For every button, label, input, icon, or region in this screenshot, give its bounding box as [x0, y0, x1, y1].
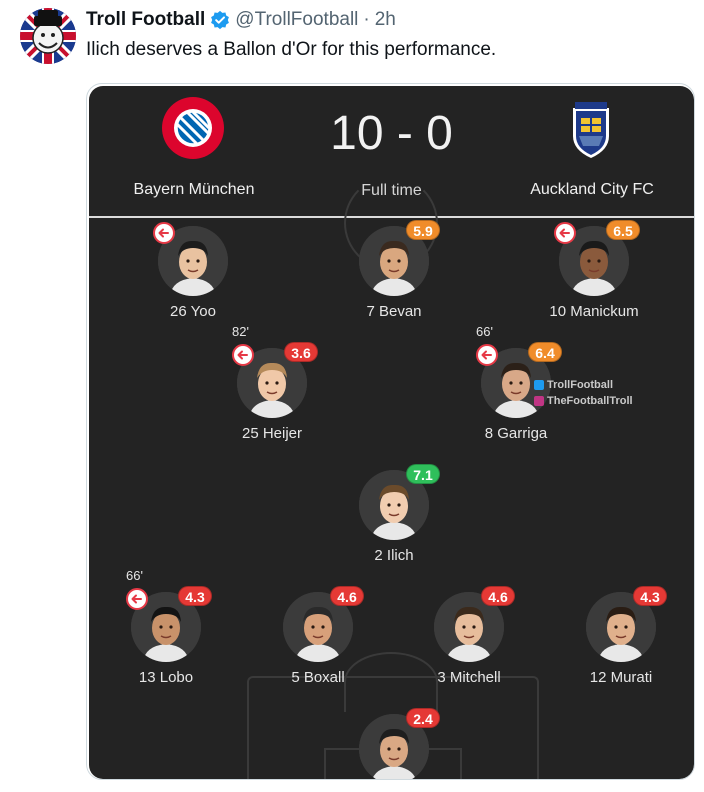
player-name-label: 25 Heijer	[241, 425, 303, 442]
player-lobo[interactable]: 66' 4.3 13 Lobo	[89, 568, 246, 702]
player-name-label: 2 Ilich	[374, 547, 414, 564]
player-bevan[interactable]: 5.9 7 Bevan	[314, 220, 474, 336]
auckland-city-fc-crest-icon	[573, 102, 609, 158]
player-rating-badge: 6.4	[528, 342, 562, 362]
player-rating-badge: 5.9	[406, 220, 440, 240]
substitution-minute: 66'	[126, 568, 143, 583]
away-team-name: Auckland City FC	[530, 181, 654, 198]
player-name-label: 12 Murati	[589, 669, 653, 686]
player-manickum[interactable]: 6.5 10 Manickum	[514, 220, 674, 336]
player-mitchell[interactable]: 4.6 3 Mitchell	[389, 586, 549, 702]
substitution-minute: 66'	[476, 324, 493, 339]
player-murati[interactable]: 4.3 12 Murati	[541, 586, 694, 702]
player-rating-badge: 7.1	[406, 464, 440, 484]
player-yoo[interactable]: 26 Yoo	[113, 222, 273, 336]
substitution-minute: 82'	[232, 324, 249, 339]
substitution-out-icon	[126, 588, 148, 610]
player-name-label: 13 Lobo	[138, 669, 194, 686]
watermark-twitter: TrollFootball	[547, 379, 613, 391]
player-rating-badge: 4.3	[178, 586, 212, 606]
player-ilich[interactable]: 7.1 2 Ilich	[314, 464, 474, 580]
substitution-out-icon	[232, 344, 254, 366]
instagram-icon	[534, 396, 544, 406]
display-name[interactable]: Troll Football	[86, 9, 205, 31]
user-avatar[interactable]	[20, 8, 76, 64]
tweet-header: Troll Football @TrollFootball · 2h	[86, 9, 396, 31]
player-heijer[interactable]: 82' 3.6 25 Heijer	[192, 324, 352, 458]
watermark-instagram: TheFootballTroll	[547, 395, 633, 407]
player-name-label: 10 Manickum	[549, 303, 639, 320]
player-rating-badge: 4.6	[330, 586, 364, 606]
player-name-label: 3 Mitchell	[437, 669, 501, 686]
player-name-label: 26 Yoo	[170, 303, 216, 320]
lineup-panel: 10 - 0 Bayern München Full time Auckland…	[89, 86, 694, 779]
player-rating-badge: 6.5	[606, 220, 640, 240]
substitution-out-icon	[554, 222, 576, 244]
player-name-label: 5 Boxall	[291, 669, 345, 686]
substitution-out-icon	[476, 344, 498, 366]
twitter-bird-icon	[534, 380, 544, 390]
player-name-label: 7 Bevan	[366, 303, 422, 320]
player-rating-badge: 4.6	[481, 586, 515, 606]
troll-face-union-jack-avatar-icon	[20, 8, 76, 64]
player-boxall[interactable]: 4.6 5 Boxall	[238, 586, 398, 702]
tweet-timestamp[interactable]: 2h	[375, 9, 396, 31]
substitution-out-icon	[153, 222, 175, 244]
player-rating-badge: 3.6	[284, 342, 318, 362]
player-rating-badge: 2.4	[406, 708, 440, 728]
verified-badge-icon	[211, 10, 230, 30]
user-handle[interactable]: @TrollFootball	[235, 9, 358, 31]
player-name-label: 8 Garriga	[484, 425, 548, 442]
tweet-text: Ilich deserves a Ballon d'Or for this pe…	[86, 39, 497, 60]
player-rating-badge: 4.3	[633, 586, 667, 606]
tweet-media-image[interactable]: 10 - 0 Bayern München Full time Auckland…	[86, 83, 695, 780]
watermark: TrollFootball TheFootballTroll	[534, 377, 633, 409]
player-goalkeeper[interactable]: 2.4	[314, 708, 474, 779]
separator-dot: ·	[363, 9, 370, 30]
